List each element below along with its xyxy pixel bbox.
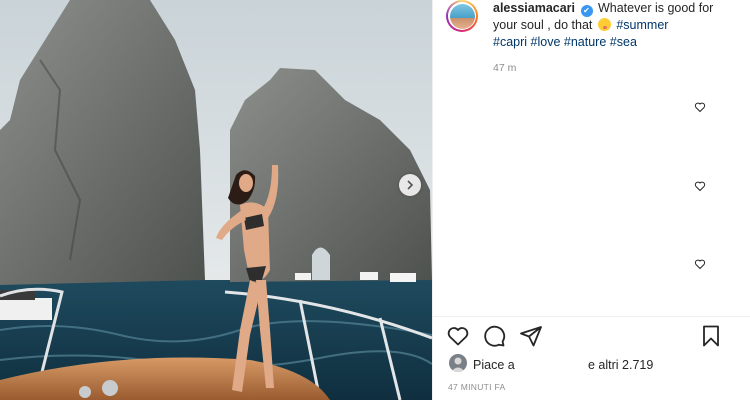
heart-icon[interactable] <box>446 324 470 348</box>
avatar-image <box>449 3 475 29</box>
caption-timestamp: 47 m <box>493 62 517 74</box>
comment-like-heart-icon[interactable] <box>694 180 706 192</box>
hashtag-nature[interactable]: #nature <box>564 35 606 49</box>
actions-divider <box>433 316 750 317</box>
post-photo[interactable] <box>0 0 432 400</box>
comment-like-heart-icon[interactable] <box>694 101 706 113</box>
username-link[interactable]: alessiamacari <box>493 1 575 15</box>
hashtag-summer[interactable]: #summer <box>616 18 668 32</box>
next-image-button[interactable] <box>399 174 421 196</box>
verified-badge-icon: ✔ <box>580 5 593 17</box>
post-side-panel: alessiamacari ✔ Whatever is good for you… <box>432 0 750 400</box>
liked-by-avatar[interactable] <box>449 354 467 372</box>
bookmark-icon[interactable] <box>699 324 723 348</box>
hashtag-sea[interactable]: #sea <box>610 35 637 49</box>
photo-scene <box>0 0 432 400</box>
likes-count-link[interactable]: e altri 2.719 <box>588 358 653 372</box>
comment-like-heart-icon[interactable] <box>694 258 706 270</box>
kissing-face-emoji-icon <box>597 18 611 31</box>
comment-icon[interactable] <box>482 324 506 348</box>
post-caption: alessiamacari ✔ Whatever is good for you… <box>493 0 738 50</box>
user-avatar-image <box>451 357 465 372</box>
paper-plane-icon[interactable] <box>519 324 543 348</box>
liked-by-label: Piace a <box>473 358 515 372</box>
avatar[interactable] <box>446 0 478 32</box>
hashtag-love[interactable]: #love <box>531 35 561 49</box>
chevron-right-icon <box>407 180 414 190</box>
post-timestamp: 47 MINUTI FA <box>448 382 506 392</box>
avatar-ring <box>448 2 476 30</box>
hashtag-capri[interactable]: #capri <box>493 35 527 49</box>
